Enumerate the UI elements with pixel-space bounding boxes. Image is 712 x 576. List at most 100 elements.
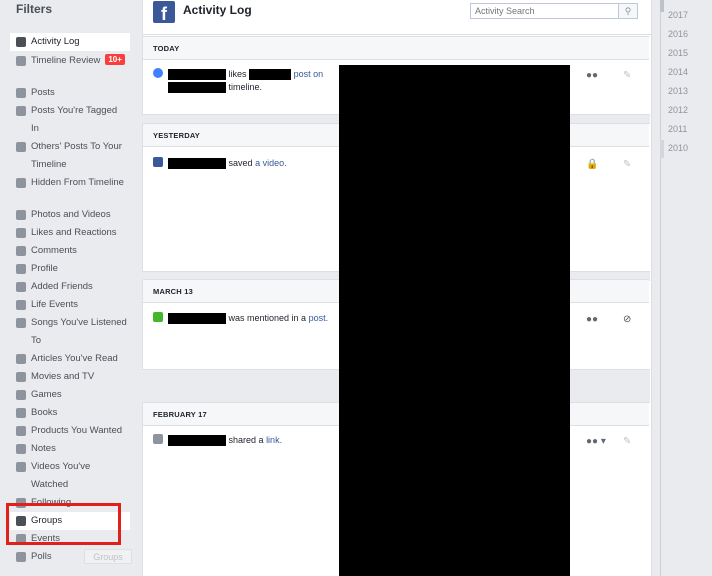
scroll-indicator bbox=[660, 140, 664, 158]
sidebar-item-activity-log[interactable]: Activity Log bbox=[10, 33, 130, 51]
sidebar-item-label: Activity Log bbox=[31, 36, 80, 47]
pencil-icon[interactable]: ✎ bbox=[623, 436, 635, 447]
sidebar-item-comments[interactable]: Comments bbox=[10, 242, 130, 260]
sidebar-item-hidden[interactable]: Hidden From Timeline bbox=[10, 174, 130, 192]
like-icon bbox=[153, 68, 163, 78]
sidebar-item-label: Products You Wanted bbox=[31, 425, 123, 436]
sidebar-item-movies[interactable]: Movies and TV bbox=[10, 368, 130, 386]
facebook-logo-icon: f bbox=[153, 1, 175, 24]
sidebar-item-label: Others' Posts To Your bbox=[31, 141, 122, 152]
filters-title: Filters bbox=[16, 2, 53, 16]
sidebar-item-label: Games bbox=[31, 389, 62, 400]
hide-circle-icon[interactable]: ⊘ bbox=[623, 314, 635, 325]
shopping-bag-icon bbox=[16, 426, 26, 436]
filters-sidebar: Filters Activity Log Timeline Review 10+ … bbox=[0, 0, 140, 576]
entry-text: likes post on timeline. bbox=[168, 68, 323, 94]
sidebar-item-added-friends[interactable]: Added Friends bbox=[10, 278, 130, 296]
year-link-2010[interactable]: 2010 bbox=[668, 143, 688, 153]
sidebar-item-games[interactable]: Games bbox=[10, 386, 130, 404]
person-icon bbox=[16, 88, 26, 98]
sidebar-item-label: Movies and TV bbox=[31, 371, 95, 382]
sidebar-item-wrap: In bbox=[31, 123, 39, 134]
redacted-name bbox=[168, 82, 226, 94]
search-input[interactable] bbox=[471, 4, 625, 18]
entry-link[interactable]: a video. bbox=[255, 158, 287, 168]
entry-link[interactable]: post. bbox=[309, 313, 329, 323]
sidebar-item-label: Life Events bbox=[31, 299, 78, 310]
sidebar-item-label: Added Friends bbox=[31, 281, 93, 292]
search-icon[interactable]: ⚲ bbox=[618, 4, 637, 18]
year-link-2011[interactable]: 2011 bbox=[668, 124, 687, 134]
sidebar-item-label: Articles You've Read bbox=[31, 353, 118, 364]
sidebar-item-profile[interactable]: Profile bbox=[10, 260, 130, 278]
entry-text: saved a video. bbox=[168, 157, 287, 170]
poll-icon bbox=[16, 552, 26, 562]
facebook-icon bbox=[16, 37, 26, 47]
friends-audience-icon[interactable]: ●● bbox=[586, 70, 598, 81]
sidebar-item-books[interactable]: Books bbox=[10, 404, 130, 422]
friends-audience-dropdown-icon[interactable]: ●● ▾ bbox=[586, 436, 610, 447]
year-link-2014[interactable]: 2014 bbox=[668, 67, 688, 77]
sidebar-item-label: Videos You've bbox=[31, 461, 91, 472]
photos-icon bbox=[16, 210, 26, 220]
sidebar-item-label: Books bbox=[31, 407, 58, 418]
sidebar-item-label: Comments bbox=[31, 245, 77, 256]
sidebar-item-label: Songs You've Listened bbox=[31, 317, 127, 328]
sidebar-item-videos-watched[interactable]: Videos You've bbox=[10, 458, 130, 476]
sidebar-item-label: Posts You're Tagged bbox=[31, 105, 118, 116]
entry-text: was mentioned in a post. bbox=[168, 312, 328, 325]
notification-badge: 10+ bbox=[105, 54, 125, 65]
sidebar-item-products[interactable]: Products You Wanted bbox=[10, 422, 130, 440]
sidebar-item-songs[interactable]: Songs You've Listened bbox=[10, 314, 130, 332]
scroll-indicator bbox=[660, 0, 664, 12]
pencil-icon[interactable]: ✎ bbox=[623, 70, 635, 81]
sidebar-item-likes[interactable]: Likes and Reactions bbox=[10, 224, 130, 242]
flag-icon bbox=[16, 300, 26, 310]
redaction-block bbox=[339, 65, 570, 576]
sidebar-item-wrap: Watched bbox=[31, 479, 69, 490]
pencil-icon[interactable]: ✎ bbox=[623, 159, 635, 170]
facebook-icon bbox=[153, 157, 163, 167]
entry-verb: saved bbox=[228, 158, 253, 168]
search-box: ⚲ bbox=[470, 3, 638, 19]
music-icon bbox=[16, 318, 26, 328]
sidebar-item-articles[interactable]: Articles You've Read bbox=[10, 350, 130, 368]
year-navigation: 2017 2016 2015 2014 2013 2012 2011 2010 bbox=[660, 0, 711, 576]
year-link-2016[interactable]: 2016 bbox=[668, 29, 688, 39]
year-link-2017[interactable]: 2017 bbox=[668, 10, 688, 20]
puzzle-icon bbox=[16, 390, 26, 400]
article-icon bbox=[16, 354, 26, 364]
friends-icon bbox=[16, 282, 26, 292]
mention-icon bbox=[153, 312, 163, 322]
redacted-name bbox=[168, 435, 226, 447]
sidebar-item-others-posts[interactable]: Others' Posts To Your bbox=[10, 138, 130, 156]
lock-icon[interactable]: 🔒 bbox=[586, 159, 598, 170]
year-link-2015[interactable]: 2015 bbox=[668, 48, 688, 58]
video-icon bbox=[16, 462, 26, 472]
sidebar-item-life-events[interactable]: Life Events bbox=[10, 296, 130, 314]
comment-icon bbox=[16, 246, 26, 256]
book-icon bbox=[16, 408, 26, 418]
year-link-2012[interactable]: 2012 bbox=[668, 105, 688, 115]
person-icon bbox=[153, 434, 163, 444]
page-title: Activity Log bbox=[183, 3, 252, 17]
entry-link[interactable]: link. bbox=[266, 435, 282, 445]
section-heading-today: TODAY bbox=[143, 36, 649, 60]
redacted-name bbox=[168, 158, 226, 170]
sidebar-item-posts[interactable]: Posts bbox=[10, 84, 130, 102]
sidebar-item-timeline-review[interactable]: Timeline Review 10+ bbox=[10, 52, 130, 70]
sidebar-item-photos[interactable]: Photos and Videos bbox=[10, 206, 130, 224]
entry-verb: was mentioned in a bbox=[228, 313, 307, 323]
friends-audience-icon[interactable]: ●● bbox=[586, 314, 598, 325]
sidebar-item-label: Profile bbox=[31, 263, 58, 274]
sidebar-item-notes[interactable]: Notes bbox=[10, 440, 130, 458]
sidebar-item-label: Likes and Reactions bbox=[31, 227, 117, 238]
redacted-name bbox=[168, 69, 226, 81]
entry-verb: likes bbox=[228, 69, 247, 79]
sidebar-item-posts-tagged[interactable]: Posts You're Tagged bbox=[10, 102, 130, 120]
groups-tooltip: Groups bbox=[84, 549, 132, 564]
year-link-2013[interactable]: 2013 bbox=[668, 86, 688, 96]
entry-link[interactable]: post on bbox=[294, 69, 324, 79]
entry-text-tail: timeline. bbox=[228, 82, 263, 92]
info-icon bbox=[16, 264, 26, 274]
